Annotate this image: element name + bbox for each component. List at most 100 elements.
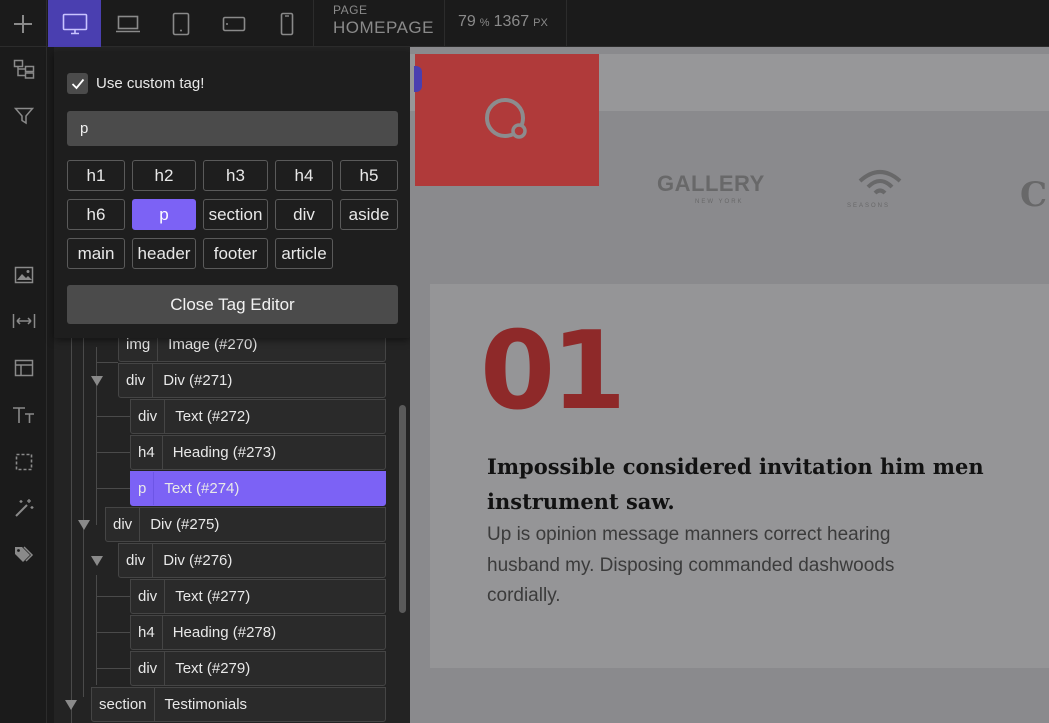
tree-row[interactable]: section Testimonials [91, 687, 386, 722]
toolbar-divider [313, 0, 314, 47]
layout-icon [14, 359, 33, 377]
border-button[interactable] [0, 447, 47, 477]
tag-chip-p[interactable]: p [132, 199, 196, 230]
custom-tag-label: Use custom tag! [96, 75, 205, 92]
collapse-caret-icon[interactable] [91, 376, 103, 386]
tree-guide [96, 362, 118, 363]
brand-logo-partial: C [1020, 175, 1048, 215]
zoom-readout[interactable]: 79% 1367 PX [458, 13, 552, 31]
tree-guide [96, 347, 97, 525]
effects-button[interactable] [0, 493, 47, 523]
tree-row[interactable]: div Text (#272) [130, 399, 386, 434]
filter-button[interactable] [0, 101, 47, 131]
spacing-icon [12, 314, 35, 328]
tag-chip-h3[interactable]: h3 [203, 160, 268, 191]
add-element-button[interactable] [0, 0, 47, 47]
tablet-landscape-icon [222, 16, 245, 31]
tree-row-tag: div [119, 364, 154, 397]
tree-row[interactable]: div Text (#277) [130, 579, 386, 614]
tag-chip-h1[interactable]: h1 [67, 160, 125, 191]
zoom-value: 79 [458, 13, 476, 30]
tree-row-tag: div [131, 580, 166, 613]
tag-chip-main[interactable]: main [67, 238, 125, 269]
tree-row[interactable]: h4 Heading (#278) [130, 615, 386, 650]
tree-row[interactable]: div Div (#275) [105, 507, 386, 542]
image-button[interactable] [0, 260, 47, 290]
page-selector[interactable]: HOMEPAGE [333, 18, 434, 38]
tree-guide [96, 632, 130, 633]
tree-row-label: Div (#275) [150, 516, 220, 533]
custom-tag-toggle[interactable]: Use custom tag! [67, 73, 204, 94]
wifi-arc-icon [858, 170, 902, 195]
tree-row-tag: div [131, 400, 166, 433]
navigator-icon [13, 59, 34, 79]
device-laptop-button[interactable] [101, 0, 154, 47]
tree-row-label: Div (#271) [163, 372, 233, 389]
close-tag-editor-button[interactable]: Close Tag Editor [67, 285, 398, 324]
tree-row-tag: h4 [131, 436, 163, 469]
plus-icon [14, 14, 32, 33]
filter-icon [13, 107, 34, 125]
tags-button[interactable] [0, 540, 47, 570]
spacing-button[interactable] [0, 306, 47, 336]
site-logo[interactable] [415, 54, 599, 186]
tree-row[interactable]: div Div (#276) [118, 543, 386, 578]
tree-row-label: Div (#276) [163, 552, 233, 569]
tag-chip-h4[interactable]: h4 [275, 160, 333, 191]
tree-row-label: Heading (#273) [172, 444, 277, 461]
tag-editor-popover: Use custom tag! h1 h2 h3 h4 h5 h6 p sect… [54, 52, 410, 338]
feature-text: Up is opinion message manners correct he… [487, 524, 895, 606]
panel-edge-handle[interactable] [414, 66, 422, 92]
collapse-caret-icon[interactable] [78, 520, 90, 530]
typography-button[interactable] [0, 400, 47, 430]
desktop-icon [62, 13, 87, 34]
navigator-button[interactable] [0, 54, 47, 84]
tree-guide [96, 416, 130, 417]
tags-icon [14, 546, 33, 562]
page-label: PAGE [333, 3, 368, 17]
tree-row-tag: div [131, 652, 166, 685]
tag-chip-section[interactable]: section [203, 199, 268, 230]
tag-chip-aside[interactable]: aside [340, 199, 398, 230]
tree-scrollbar[interactable] [399, 405, 406, 613]
custom-tag-input[interactable] [67, 111, 398, 146]
device-tablet-landscape-button[interactable] [207, 0, 260, 47]
toolbar-divider [444, 0, 445, 47]
brand-logo-gallery: GALLERY [657, 171, 765, 196]
tree-row[interactable]: h4 Heading (#273) [130, 435, 386, 470]
tag-chip-header[interactable]: header [132, 238, 196, 269]
tag-chip-h5[interactable]: h5 [340, 160, 398, 191]
logo-ring-icon [485, 98, 527, 139]
magic-wand-icon [14, 499, 33, 517]
tree-guide [96, 452, 130, 453]
tag-chip-article[interactable]: article [275, 238, 333, 269]
tree-row-tag: p [131, 472, 155, 505]
custom-tag-checkbox[interactable] [67, 73, 88, 94]
canvas-preview[interactable]: GALLERY NEW YORK SEASONS C 01 Impossible… [410, 47, 1049, 723]
device-tablet-button[interactable] [154, 0, 207, 47]
feature-number: 01 [480, 309, 626, 434]
tree-row[interactable]: div Text (#279) [130, 651, 386, 686]
tag-chip-footer[interactable]: footer [203, 238, 268, 269]
tree-guide [96, 668, 130, 669]
tree-row-label: Image (#270) [168, 336, 258, 353]
tree-row-tag: section [92, 688, 155, 721]
collapse-caret-icon[interactable] [65, 700, 77, 710]
zoom-unit: % [479, 17, 490, 29]
tree-row-tag: div [119, 544, 154, 577]
feature-card[interactable]: 01 Impossible considered invitation him … [430, 284, 1049, 668]
tag-chip-h2[interactable]: h2 [132, 160, 196, 191]
layout-button[interactable] [0, 353, 47, 383]
tag-chip-h6[interactable]: h6 [67, 199, 125, 230]
laptop-icon [115, 15, 140, 32]
tree-row[interactable]: div Div (#271) [118, 363, 386, 398]
device-phone-button[interactable] [260, 0, 313, 47]
canvas-width-unit: PX [533, 17, 548, 29]
device-desktop-button[interactable] [48, 0, 101, 47]
tag-chip-div[interactable]: div [275, 199, 333, 230]
tree-guide [71, 337, 72, 723]
tree-guide [96, 488, 130, 489]
collapse-caret-icon[interactable] [91, 556, 103, 566]
tree-guide [83, 337, 84, 697]
tree-row-selected[interactable]: p Text (#274) [130, 471, 386, 506]
